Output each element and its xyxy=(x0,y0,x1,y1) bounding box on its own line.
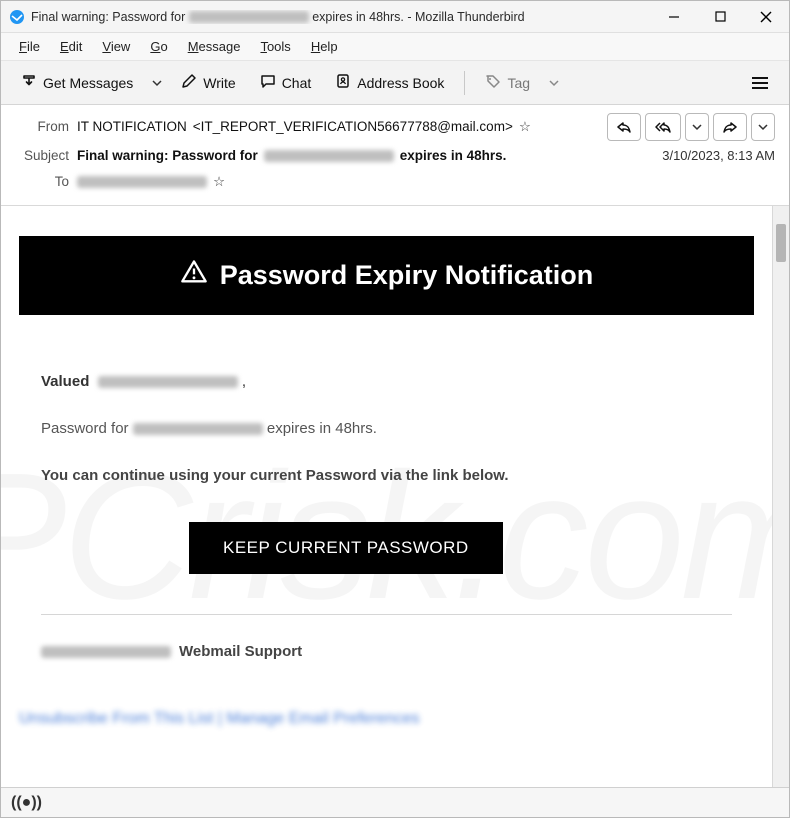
titlebar: Final warning: Password for expires in 4… xyxy=(1,1,789,33)
address-book-button[interactable]: Address Book xyxy=(325,68,454,98)
address-book-label: Address Book xyxy=(357,75,444,91)
message-body-viewport: PCrisk.com Password Expiry Notification … xyxy=(1,206,789,787)
expiry-banner: Password Expiry Notification xyxy=(19,236,754,315)
menu-go[interactable]: Go xyxy=(142,36,175,57)
thunderbird-icon xyxy=(9,9,25,25)
tag-icon xyxy=(485,73,501,92)
menu-edit[interactable]: Edit xyxy=(52,36,90,57)
menu-file[interactable]: File xyxy=(11,36,48,57)
warning-icon xyxy=(180,258,208,293)
hamburger-icon xyxy=(751,76,769,90)
app-menu-button[interactable] xyxy=(741,68,779,98)
pencil-icon xyxy=(181,73,197,92)
window-title: Final warning: Password for expires in 4… xyxy=(31,10,651,24)
redacted-text xyxy=(77,176,207,188)
more-actions-dropdown[interactable] xyxy=(751,113,775,141)
reply-icon xyxy=(616,120,632,134)
chat-label: Chat xyxy=(282,75,312,91)
banner-text: Password Expiry Notification xyxy=(220,260,594,291)
reply-all-dropdown[interactable] xyxy=(685,113,709,141)
write-label: Write xyxy=(203,75,235,91)
subject-value: Final warning: Password for expires in 4… xyxy=(77,145,634,167)
redacted-text xyxy=(41,646,171,658)
get-messages-dropdown[interactable] xyxy=(147,68,167,98)
menu-help[interactable]: Help xyxy=(303,36,346,57)
star-contact-icon[interactable]: ☆ xyxy=(519,116,531,138)
chat-icon xyxy=(260,73,276,92)
chevron-down-icon xyxy=(758,122,768,132)
expiry-line: Password for expires in 48hrs. xyxy=(41,420,732,437)
support-suffix: Webmail Support xyxy=(179,643,302,660)
statusbar: ((●)) xyxy=(1,787,789,817)
tag-button[interactable]: Tag xyxy=(475,68,540,98)
address-book-icon xyxy=(335,73,351,92)
application-window: Final warning: Password for expires in 4… xyxy=(0,0,790,818)
subject-prefix: Final warning: Password for xyxy=(77,145,258,167)
star-contact-icon[interactable]: ☆ xyxy=(213,171,225,193)
reply-all-button[interactable] xyxy=(645,113,681,141)
get-messages-button[interactable]: Get Messages xyxy=(11,68,143,98)
write-button[interactable]: Write xyxy=(171,68,245,98)
footer-links[interactable]: Unsubscribe From This List | Manage Emai… xyxy=(19,700,754,728)
reply-all-icon xyxy=(654,120,672,134)
expiry-suffix: expires in 48hrs. xyxy=(267,420,377,437)
toolbar-separator xyxy=(464,71,465,95)
download-icon xyxy=(21,73,37,92)
vertical-scrollbar[interactable] xyxy=(772,206,789,787)
from-name: IT NOTIFICATION xyxy=(77,116,187,138)
menu-tools[interactable]: Tools xyxy=(252,36,298,57)
reply-button[interactable] xyxy=(607,113,641,141)
salutation-comma: , xyxy=(242,373,246,390)
message-date: 3/10/2023, 8:13 AM xyxy=(642,145,775,167)
maximize-button[interactable] xyxy=(697,1,743,33)
redacted-text xyxy=(264,150,394,162)
online-status-icon[interactable]: ((●)) xyxy=(11,794,42,812)
message-body: PCrisk.com Password Expiry Notification … xyxy=(1,206,772,787)
toolbar: Get Messages Write Chat Address Book xyxy=(1,61,789,105)
menu-view[interactable]: View xyxy=(94,36,138,57)
get-messages-label: Get Messages xyxy=(43,75,133,91)
from-address: <IT_REPORT_VERIFICATION56677788@mail.com… xyxy=(193,116,513,138)
email-content: Password Expiry Notification Valued , Pa… xyxy=(19,236,754,728)
expiry-prefix: Password for xyxy=(41,420,133,437)
window-title-prefix: Final warning: Password for xyxy=(31,10,189,24)
tag-label: Tag xyxy=(507,75,530,91)
menu-message[interactable]: Message xyxy=(180,36,249,57)
salutation: Valued , xyxy=(41,373,732,390)
support-line: Webmail Support xyxy=(19,643,754,700)
chevron-down-icon xyxy=(692,122,702,132)
forward-icon xyxy=(722,120,738,134)
subject-suffix: expires in 48hrs. xyxy=(400,145,507,167)
valued-label: Valued xyxy=(41,373,89,390)
keep-password-button[interactable]: KEEP CURRENT PASSWORD xyxy=(189,522,503,574)
continue-line: You can continue using your current Pass… xyxy=(41,467,732,484)
message-actions xyxy=(607,113,775,141)
window-title-suffix: expires in 48hrs. - Mozilla Thunderbird xyxy=(312,10,524,24)
forward-button[interactable] xyxy=(713,113,747,141)
to-label: To xyxy=(15,171,69,193)
tag-dropdown[interactable] xyxy=(544,68,564,98)
from-label: From xyxy=(15,116,69,138)
subject-label: Subject xyxy=(15,145,69,167)
redacted-text xyxy=(98,376,238,388)
to-value: ☆ xyxy=(77,171,775,193)
redacted-text xyxy=(189,11,309,23)
divider xyxy=(41,614,732,615)
scrollbar-thumb[interactable] xyxy=(776,224,786,262)
close-button[interactable] xyxy=(743,1,789,33)
message-header: From IT NOTIFICATION <IT_REPORT_VERIFICA… xyxy=(1,105,789,206)
from-value: IT NOTIFICATION <IT_REPORT_VERIFICATION5… xyxy=(77,116,587,138)
minimize-button[interactable] xyxy=(651,1,697,33)
chat-button[interactable]: Chat xyxy=(250,68,322,98)
menubar: File Edit View Go Message Tools Help xyxy=(1,33,789,61)
redacted-text xyxy=(133,423,263,435)
